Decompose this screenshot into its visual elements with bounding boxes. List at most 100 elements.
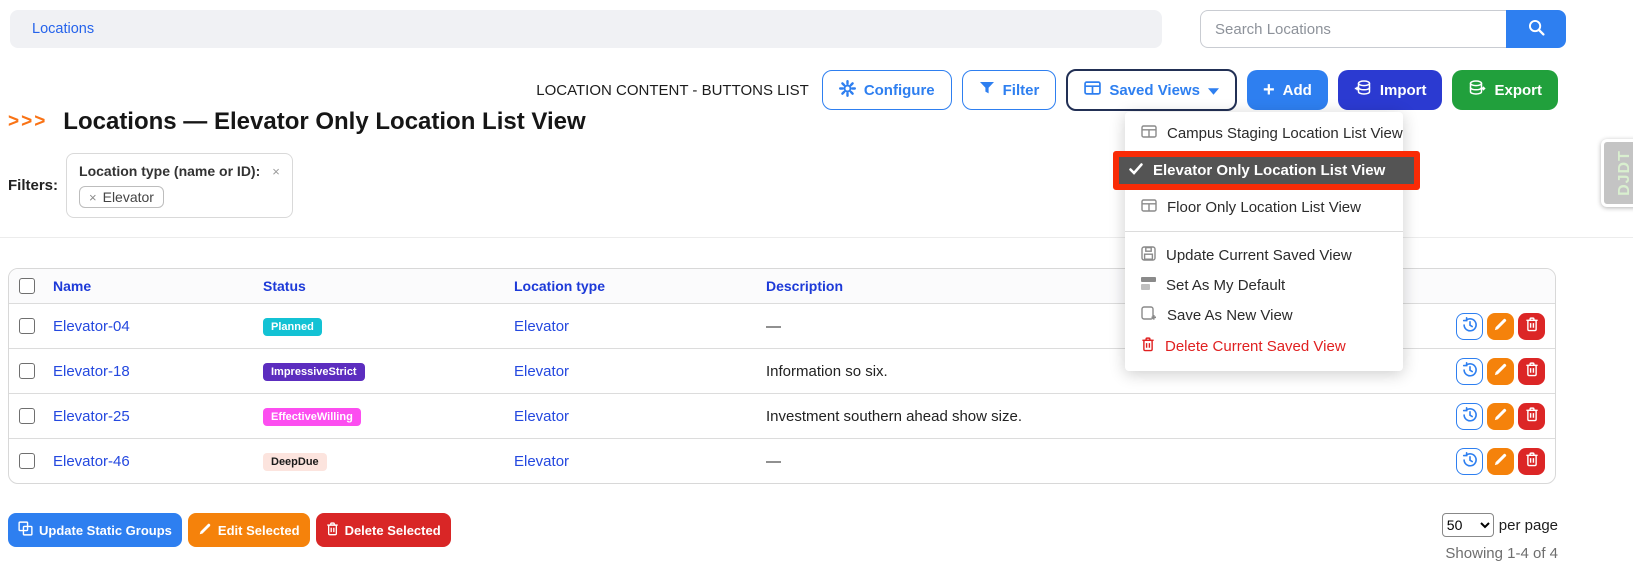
funnel-icon: [979, 81, 995, 99]
delete-selected-button[interactable]: Delete Selected: [316, 513, 451, 547]
history-icon: [1462, 362, 1478, 381]
location-type-link[interactable]: Elevator: [514, 363, 766, 380]
column-header-status[interactable]: Status: [263, 278, 514, 294]
history-button[interactable]: [1456, 403, 1483, 430]
location-name-link[interactable]: Elevator-46: [53, 453, 263, 470]
description-cell: —: [766, 453, 1427, 470]
debug-toolbar-handle[interactable]: DJDT: [1601, 139, 1633, 207]
menu-item-elevator-only-view[interactable]: Elevator Only Location List View: [1119, 157, 1414, 184]
menu-item-campus-staging-view[interactable]: Campus Staging Location List View: [1125, 119, 1403, 148]
search-bar: [1200, 10, 1566, 48]
trash-icon: [1525, 407, 1539, 425]
pencil-icon: [198, 522, 212, 539]
status-badge: EffectiveWilling: [263, 408, 361, 426]
trash-icon: [1525, 362, 1539, 380]
menu-divider: [1125, 231, 1403, 232]
location-name-link[interactable]: Elevator-04: [53, 318, 263, 335]
menu-item-update-saved-view[interactable]: Update Current Saved View: [1125, 240, 1403, 271]
row-checkbox[interactable]: [19, 318, 35, 334]
edit-button[interactable]: [1487, 403, 1514, 430]
save-icon: [1141, 246, 1156, 265]
check-icon: [1129, 162, 1143, 179]
history-button[interactable]: [1456, 313, 1483, 340]
trash-icon: [1141, 337, 1155, 356]
tag-remove-icon[interactable]: ×: [89, 190, 97, 205]
select-all-checkbox[interactable]: [19, 278, 35, 294]
status-badge: Planned: [263, 318, 322, 336]
delete-button[interactable]: [1518, 313, 1545, 340]
pencil-icon: [1493, 362, 1508, 380]
bulk-actions-bar: Update Static Groups Edit Selected Delet…: [8, 513, 451, 547]
filter-group-label: Location type (name or ID):: [79, 163, 260, 179]
column-header-location-type[interactable]: Location type: [514, 278, 766, 294]
export-label: Export: [1494, 82, 1542, 99]
list-title: LOCATION CONTENT - BUTTONS LIST: [536, 82, 809, 99]
menu-item-save-as-new[interactable]: Save As New View: [1125, 300, 1403, 331]
selected-view-highlight: Elevator Only Location List View: [1113, 151, 1420, 190]
filter-group: Location type (name or ID): × × Elevator: [66, 153, 293, 218]
delete-button[interactable]: [1518, 358, 1545, 385]
showing-count: Showing 1-4 of 4: [1445, 545, 1558, 562]
chevron-down-icon: [1208, 82, 1219, 99]
delete-button[interactable]: [1518, 448, 1545, 475]
import-button[interactable]: Import: [1338, 70, 1443, 110]
menu-item-delete-saved-view[interactable]: Delete Current Saved View: [1125, 331, 1403, 362]
location-type-link[interactable]: Elevator: [514, 318, 766, 335]
update-static-groups-button[interactable]: Update Static Groups: [8, 513, 182, 547]
location-name-link[interactable]: Elevator-18: [53, 363, 263, 380]
breadcrumb: Locations: [10, 10, 1162, 48]
menu-item-set-default[interactable]: Set As My Default: [1125, 271, 1403, 300]
row-checkbox[interactable]: [19, 363, 35, 379]
edit-selected-button[interactable]: Edit Selected: [188, 513, 310, 547]
history-button[interactable]: [1456, 448, 1483, 475]
delete-button[interactable]: [1518, 403, 1545, 430]
group-icon: [18, 521, 33, 539]
export-button[interactable]: Export: [1452, 70, 1558, 110]
filter-tag-label: Elevator: [103, 189, 154, 205]
search-icon: [1527, 18, 1546, 40]
page-title: Locations — Elevator Only Location List …: [63, 108, 585, 136]
per-page-label: per page: [1499, 517, 1558, 534]
row-checkbox[interactable]: [19, 453, 35, 469]
configure-button[interactable]: Configure: [822, 70, 952, 110]
trash-icon: [326, 522, 339, 539]
trash-icon: [1525, 452, 1539, 470]
database-import-icon: [1354, 80, 1372, 100]
add-button[interactable]: + Add: [1247, 70, 1328, 110]
history-icon: [1462, 407, 1478, 426]
history-button[interactable]: [1456, 358, 1483, 385]
table-row: Elevator-46 DeepDue Elevator —: [9, 438, 1555, 483]
filters-label: Filters:: [8, 177, 58, 194]
saved-views-label: Saved Views: [1109, 82, 1200, 99]
menu-item-floor-only-view[interactable]: Floor Only Location List View: [1125, 193, 1403, 222]
filter-tag-elevator[interactable]: × Elevator: [79, 186, 164, 208]
edit-button[interactable]: [1487, 313, 1514, 340]
saved-views-dropdown: Campus Staging Location List View Elevat…: [1125, 112, 1403, 371]
pencil-icon: [1493, 407, 1508, 425]
history-icon: [1462, 317, 1478, 336]
location-type-link[interactable]: Elevator: [514, 408, 766, 425]
edit-button[interactable]: [1487, 358, 1514, 385]
table-icon: [1084, 81, 1101, 99]
page-title-row: >>> Locations — Elevator Only Location L…: [8, 108, 586, 136]
filter-group-remove-icon[interactable]: ×: [272, 164, 280, 179]
debug-toolbar-label: DJDT: [1616, 150, 1633, 196]
location-name-link[interactable]: Elevator-25: [53, 408, 263, 425]
per-page-select[interactable]: 50: [1442, 513, 1494, 537]
save-new-icon: [1141, 306, 1157, 325]
breadcrumb-locations-link[interactable]: Locations: [32, 21, 94, 37]
edit-button[interactable]: [1487, 448, 1514, 475]
description-cell: Investment southern ahead show size.: [766, 408, 1427, 425]
table-row: Elevator-25 EffectiveWilling Elevator In…: [9, 393, 1555, 438]
location-type-link[interactable]: Elevator: [514, 453, 766, 470]
search-button[interactable]: [1506, 10, 1566, 48]
saved-views-button[interactable]: Saved Views: [1066, 69, 1237, 111]
filter-button[interactable]: Filter: [962, 70, 1057, 110]
row-checkbox[interactable]: [19, 408, 35, 424]
history-icon: [1462, 452, 1478, 471]
gear-icon: [839, 80, 856, 101]
column-header-name[interactable]: Name: [53, 278, 263, 294]
filters-bar: Filters: Location type (name or ID): × ×…: [8, 153, 293, 218]
search-input[interactable]: [1200, 10, 1506, 48]
pencil-icon: [1493, 452, 1508, 470]
